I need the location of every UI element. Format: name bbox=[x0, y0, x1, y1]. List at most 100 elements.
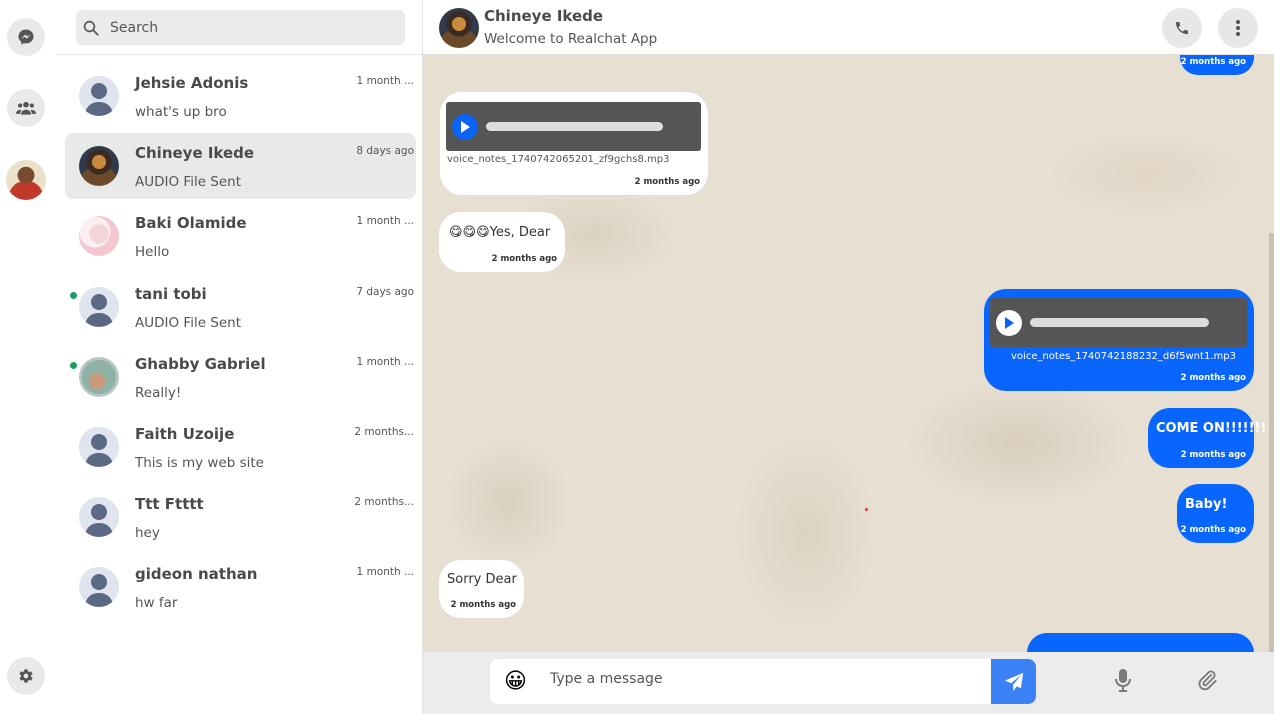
default-avatar-icon bbox=[79, 427, 119, 467]
contact-name: Baki Olamide bbox=[135, 214, 247, 233]
last-message-preview: hey bbox=[135, 525, 160, 542]
contact-name: Faith Uzoije bbox=[135, 425, 235, 443]
message-time: 2 months ago bbox=[1180, 525, 1246, 535]
contact-avatar bbox=[79, 356, 119, 397]
audio-filename[interactable]: voice_notes_1740742065201_zf9gchs8.mp3 bbox=[447, 154, 669, 165]
chat-app: Jehsie Adonis what's up bro 1 month ... Chi… bbox=[0, 0, 1274, 714]
online-indicator bbox=[70, 291, 77, 299]
contact-avatar bbox=[79, 567, 119, 608]
message-bubble-in: Sorry Dear 2 months ago bbox=[439, 560, 524, 618]
left-rail bbox=[0, 0, 56, 714]
message-composer: 😀 bbox=[423, 652, 1274, 714]
send-button[interactable] bbox=[991, 659, 1036, 704]
settings-button[interactable] bbox=[7, 657, 45, 695]
message-text: 😋😋😋Yes, Dear bbox=[449, 225, 551, 240]
last-message-preview: Hello bbox=[135, 244, 170, 261]
last-message-time: 1 month ... bbox=[356, 75, 414, 87]
last-message-preview: This is my web site bbox=[135, 455, 264, 471]
divider bbox=[56, 54, 423, 55]
contact-item[interactable]: gideon nathan hw far 1 month ... bbox=[65, 554, 416, 620]
message-text: COME ON!!!!!!! bbox=[1156, 421, 1267, 436]
chat-contact-name: Chineye Ikede bbox=[484, 7, 604, 25]
contact-avatar bbox=[79, 286, 119, 327]
last-message-time: 1 month ... bbox=[356, 355, 414, 368]
send-icon bbox=[1004, 672, 1023, 691]
user-avatar[interactable] bbox=[6, 160, 46, 200]
message-time: 2 months ago bbox=[1180, 57, 1246, 67]
contact-item[interactable]: Jehsie Adonis what's up bro 1 month ... bbox=[65, 63, 416, 129]
messenger-button[interactable] bbox=[7, 18, 45, 56]
contact-name: Ghabby Gabriel bbox=[135, 354, 266, 373]
cursor-dot bbox=[865, 508, 868, 511]
audio-player bbox=[990, 298, 1247, 347]
audio-filename[interactable]: voice_notes_1740742188232_d6f5wnt1.mp3 bbox=[1011, 351, 1236, 362]
play-button[interactable] bbox=[452, 114, 478, 140]
chat-header: Chineye Ikede Welcome to Realchat App bbox=[423, 0, 1274, 55]
groups-button[interactable] bbox=[7, 89, 45, 127]
paperclip-icon bbox=[1198, 670, 1217, 691]
more-options-button[interactable] bbox=[1218, 8, 1258, 48]
contact-avatar bbox=[79, 76, 119, 116]
contact-item[interactable]: Faith Uzoije This is my web site 2 months.… bbox=[65, 414, 416, 480]
message-time: 2 months ago bbox=[491, 254, 557, 264]
online-indicator bbox=[70, 361, 77, 369]
message-time: 2 months ago bbox=[1180, 373, 1246, 383]
search-bar[interactable] bbox=[76, 10, 405, 45]
message-bubble-in-audio: voice_notes_1740742065201_zf9gchs8.mp3 2… bbox=[440, 92, 708, 195]
contact-avatar bbox=[79, 146, 119, 187]
microphone-icon bbox=[1115, 669, 1131, 692]
last-message-time: 8 days ago bbox=[356, 145, 414, 158]
audio-progress[interactable] bbox=[486, 122, 663, 131]
attach-file-button[interactable] bbox=[1196, 668, 1218, 696]
contact-avatar bbox=[79, 427, 119, 467]
call-button[interactable] bbox=[1162, 8, 1202, 48]
contacts-sidebar: Jehsie Adonis what's up bro 1 month ... Chi… bbox=[56, 0, 423, 714]
audio-player bbox=[446, 102, 701, 151]
last-message-preview: AUDIO File Sent bbox=[135, 174, 242, 191]
phone-icon bbox=[1176, 22, 1188, 34]
message-bubble-out bbox=[1027, 633, 1254, 652]
last-message-time: 1 month ... bbox=[356, 215, 414, 228]
emoji-button[interactable]: 😀 bbox=[504, 669, 527, 694]
chat-avatar[interactable] bbox=[439, 8, 479, 48]
voice-record-button[interactable] bbox=[1113, 668, 1133, 696]
last-message-time: 2 months... bbox=[354, 496, 414, 509]
chat-panel: Chineye Ikede Welcome to Realchat App 2 … bbox=[423, 0, 1274, 714]
message-bubble-out-audio: voice_notes_1740742188232_d6f5wnt1.mp3 2… bbox=[984, 289, 1254, 391]
search-input[interactable] bbox=[110, 19, 390, 36]
chat-subtitle: Welcome to Realchat App bbox=[484, 31, 658, 47]
contact-item[interactable]: Baki Olamide Hello 1 month ... bbox=[65, 203, 416, 269]
message-time: 2 months ago bbox=[1180, 450, 1246, 460]
play-button[interactable] bbox=[996, 310, 1022, 336]
message-text: Sorry Dear bbox=[447, 572, 517, 587]
message-area[interactable]: 2 months ago voice_notes_1740742065201_z… bbox=[423, 55, 1274, 652]
contact-name: Chineye Ikede bbox=[135, 144, 255, 163]
contact-name: Ttt Ftttt bbox=[135, 495, 204, 514]
messages-scrollbar[interactable] bbox=[1269, 233, 1274, 652]
contact-item[interactable]: Ttt Ftttt hey 2 months... bbox=[65, 484, 416, 550]
last-message-preview: hw far bbox=[135, 595, 178, 612]
search-icon bbox=[83, 20, 99, 36]
contact-item[interactable]: tani tobi AUDIO File Sent 7 days ago bbox=[65, 274, 416, 340]
last-message-preview: what's up bro bbox=[135, 104, 227, 120]
message-bubble-out: 2 months ago bbox=[1180, 55, 1254, 75]
message-time: 2 months ago bbox=[634, 177, 700, 187]
last-message-time: 2 months... bbox=[354, 426, 414, 438]
play-icon bbox=[461, 121, 470, 133]
contact-name: Jehsie Adonis bbox=[135, 74, 249, 92]
message-time: 2 months ago bbox=[450, 600, 516, 610]
contact-name: tani tobi bbox=[135, 284, 207, 303]
message-input[interactable] bbox=[550, 671, 970, 687]
messenger-icon bbox=[18, 29, 34, 45]
kebab-menu-icon bbox=[1236, 20, 1240, 36]
contact-item[interactable]: Chineye Ikede AUDIO File Sent 8 days ago bbox=[65, 133, 416, 200]
gear-icon bbox=[19, 669, 33, 683]
default-avatar-icon bbox=[79, 286, 119, 327]
people-icon bbox=[16, 101, 36, 115]
message-input-box: 😀 bbox=[490, 659, 992, 704]
contact-item[interactable]: Ghabby Gabriel Really! 1 month ... bbox=[65, 344, 416, 410]
default-avatar-icon bbox=[79, 497, 119, 538]
default-avatar-icon bbox=[79, 76, 119, 116]
last-message-time: 7 days ago bbox=[356, 285, 414, 298]
audio-progress[interactable] bbox=[1030, 318, 1209, 327]
